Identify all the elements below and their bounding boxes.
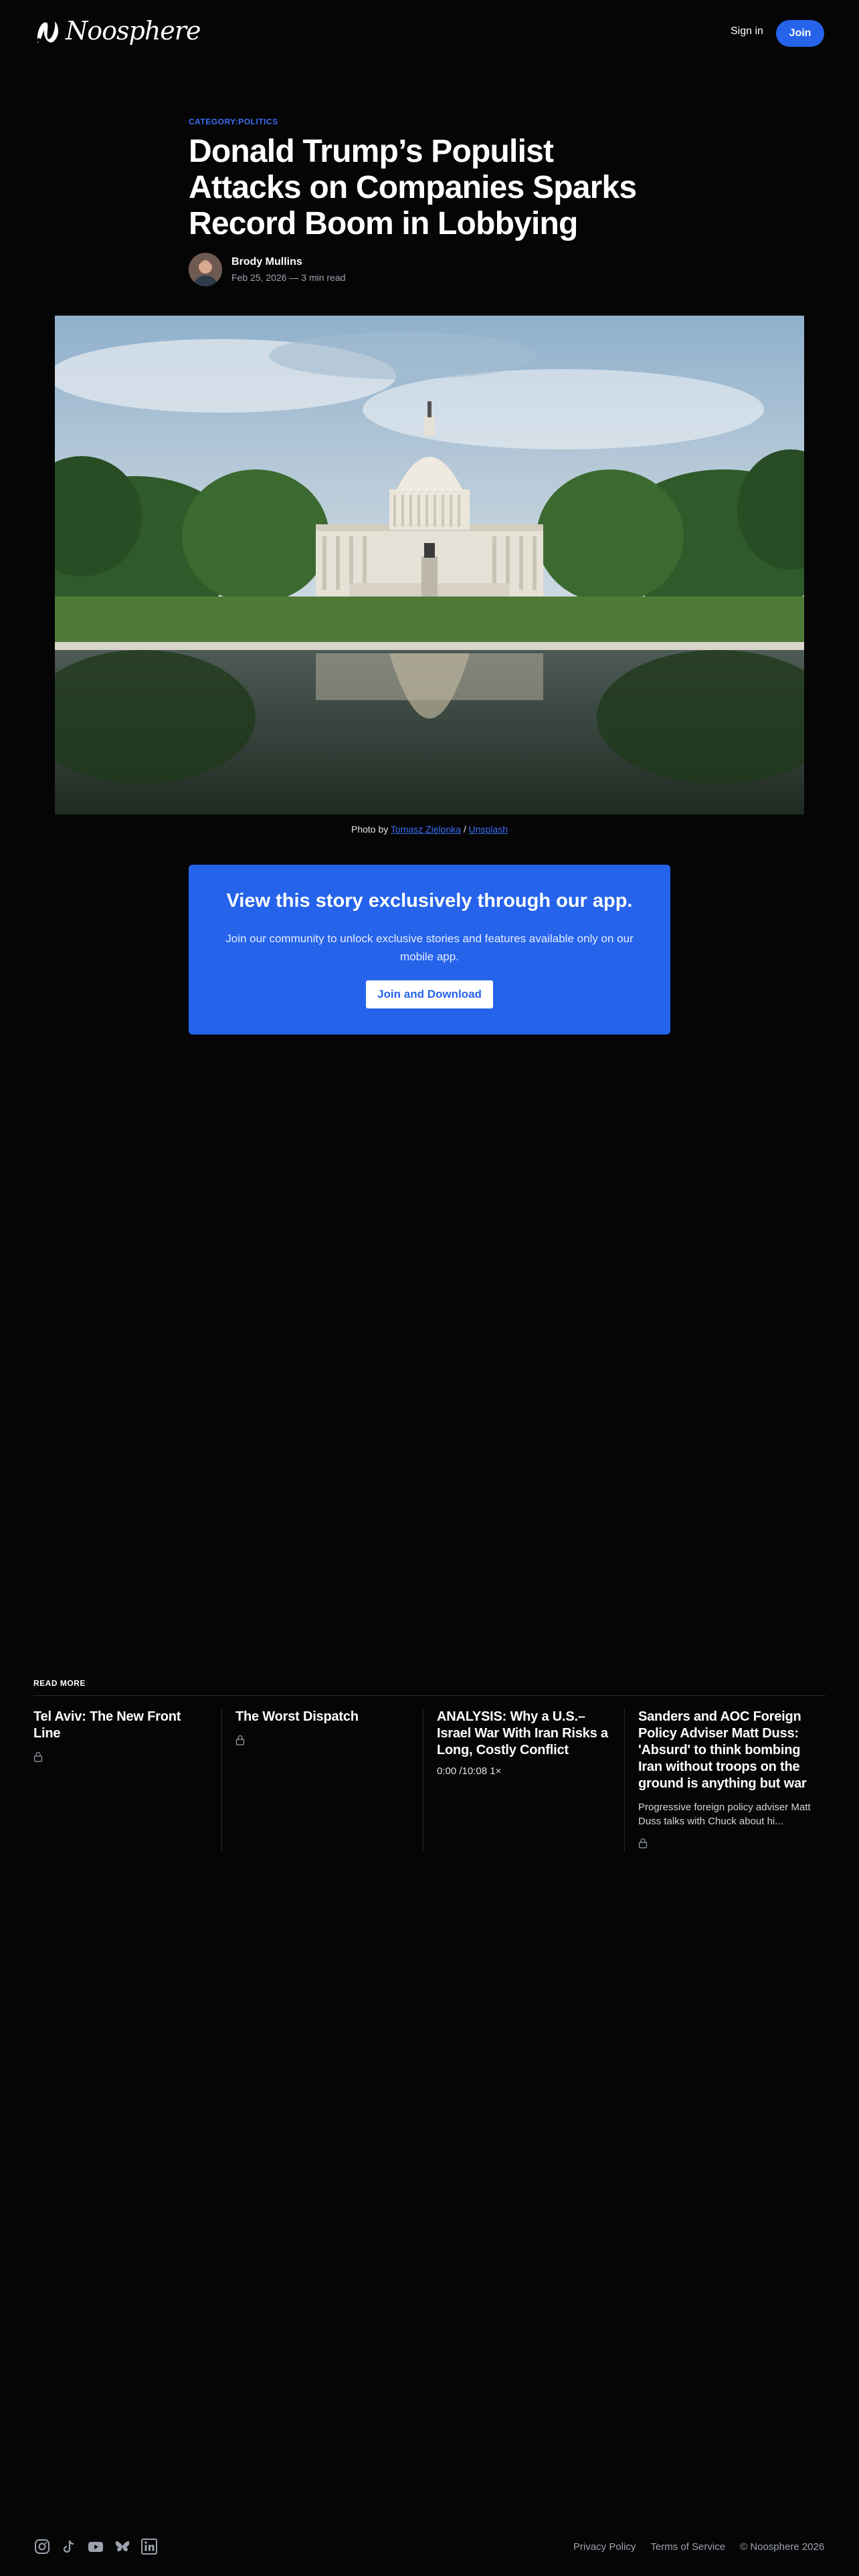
image-caption: Photo by Tomasz Zielonka / Unsplash [0,824,859,835]
bluesky-icon[interactable] [114,2538,131,2555]
copyright-text: © Noosphere 2026 [740,2541,825,2553]
audio-player-time[interactable]: 0:00 /10:08 1× [437,1765,611,1777]
hero-image [55,316,804,815]
card-title[interactable]: Tel Aviv: The New Front Line [33,1709,208,1742]
cta-text: Join our community to unlock exclusive s… [225,932,634,964]
caption-source-link[interactable]: Unsplash [469,824,508,835]
author-avatar[interactable] [189,253,222,286]
read-more-card[interactable]: Sanders and AOC Foreign Policy Adviser M… [624,1709,826,1852]
privacy-policy-link[interactable]: Privacy Policy [573,2541,636,2553]
caption-separator: / [460,824,469,835]
site-name: Noosphere [66,16,201,45]
article-title: Donald Trump’s Populist Attacks on Compa… [189,134,637,241]
card-title[interactable]: Sanders and AOC Foreign Policy Adviser M… [638,1709,812,1792]
cta-heading: View this story exclusively through our … [226,890,633,911]
read-more-divider [33,1695,826,1696]
card-excerpt: Progressive foreign policy adviser Matt … [638,1802,811,1827]
read-more-list: Tel Aviv: The New Front Line The Worst D… [33,1709,826,1852]
footer-social-links [33,2538,158,2555]
noosphere-logo-icon [37,21,58,43]
author-name[interactable]: Brody Mullins [231,256,345,268]
article-category[interactable]: CATEGORY:POLITICS [189,117,278,126]
footer-links: Privacy Policy Terms of Service © Noosph… [573,2541,824,2553]
lock-icon [638,1838,648,1848]
youtube-icon[interactable] [87,2538,104,2555]
read-more-card[interactable]: The Worst Dispatch [221,1709,423,1852]
caption-prefix: Photo by [351,824,391,835]
read-more-card[interactable]: ANALYSIS: Why a U.S.– Israel War With Ir… [422,1709,624,1852]
read-more-card[interactable]: Tel Aviv: The New Front Line [33,1709,221,1852]
app-cta-card: View this story exclusively through our … [189,865,670,1035]
signin-link[interactable]: Sign in [731,25,763,37]
card-title[interactable]: ANALYSIS: Why a U.S.– Israel War With Ir… [437,1709,611,1759]
join-button[interactable]: Join [776,20,824,47]
lock-icon [235,1735,245,1745]
site-header: Noosphere Sign in Join [0,0,859,67]
join-and-download-button[interactable]: Join and Download [366,980,493,1009]
caption-author-link[interactable]: Tomasz Zielonka [391,824,461,835]
linkedin-icon[interactable] [140,2538,158,2555]
tiktok-icon[interactable] [60,2538,78,2555]
card-title[interactable]: The Worst Dispatch [235,1709,409,1725]
read-more-label: READ MORE [33,1679,86,1688]
author-byline: Brody Mullins Feb 25, 2026 — 3 min read [189,253,345,286]
article-meta: Feb 25, 2026 — 3 min read [231,272,346,283]
lock-icon [33,1751,43,1762]
instagram-icon[interactable] [33,2538,51,2555]
site-logo[interactable]: Noosphere [33,16,201,45]
terms-of-service-link[interactable]: Terms of Service [650,2541,725,2553]
